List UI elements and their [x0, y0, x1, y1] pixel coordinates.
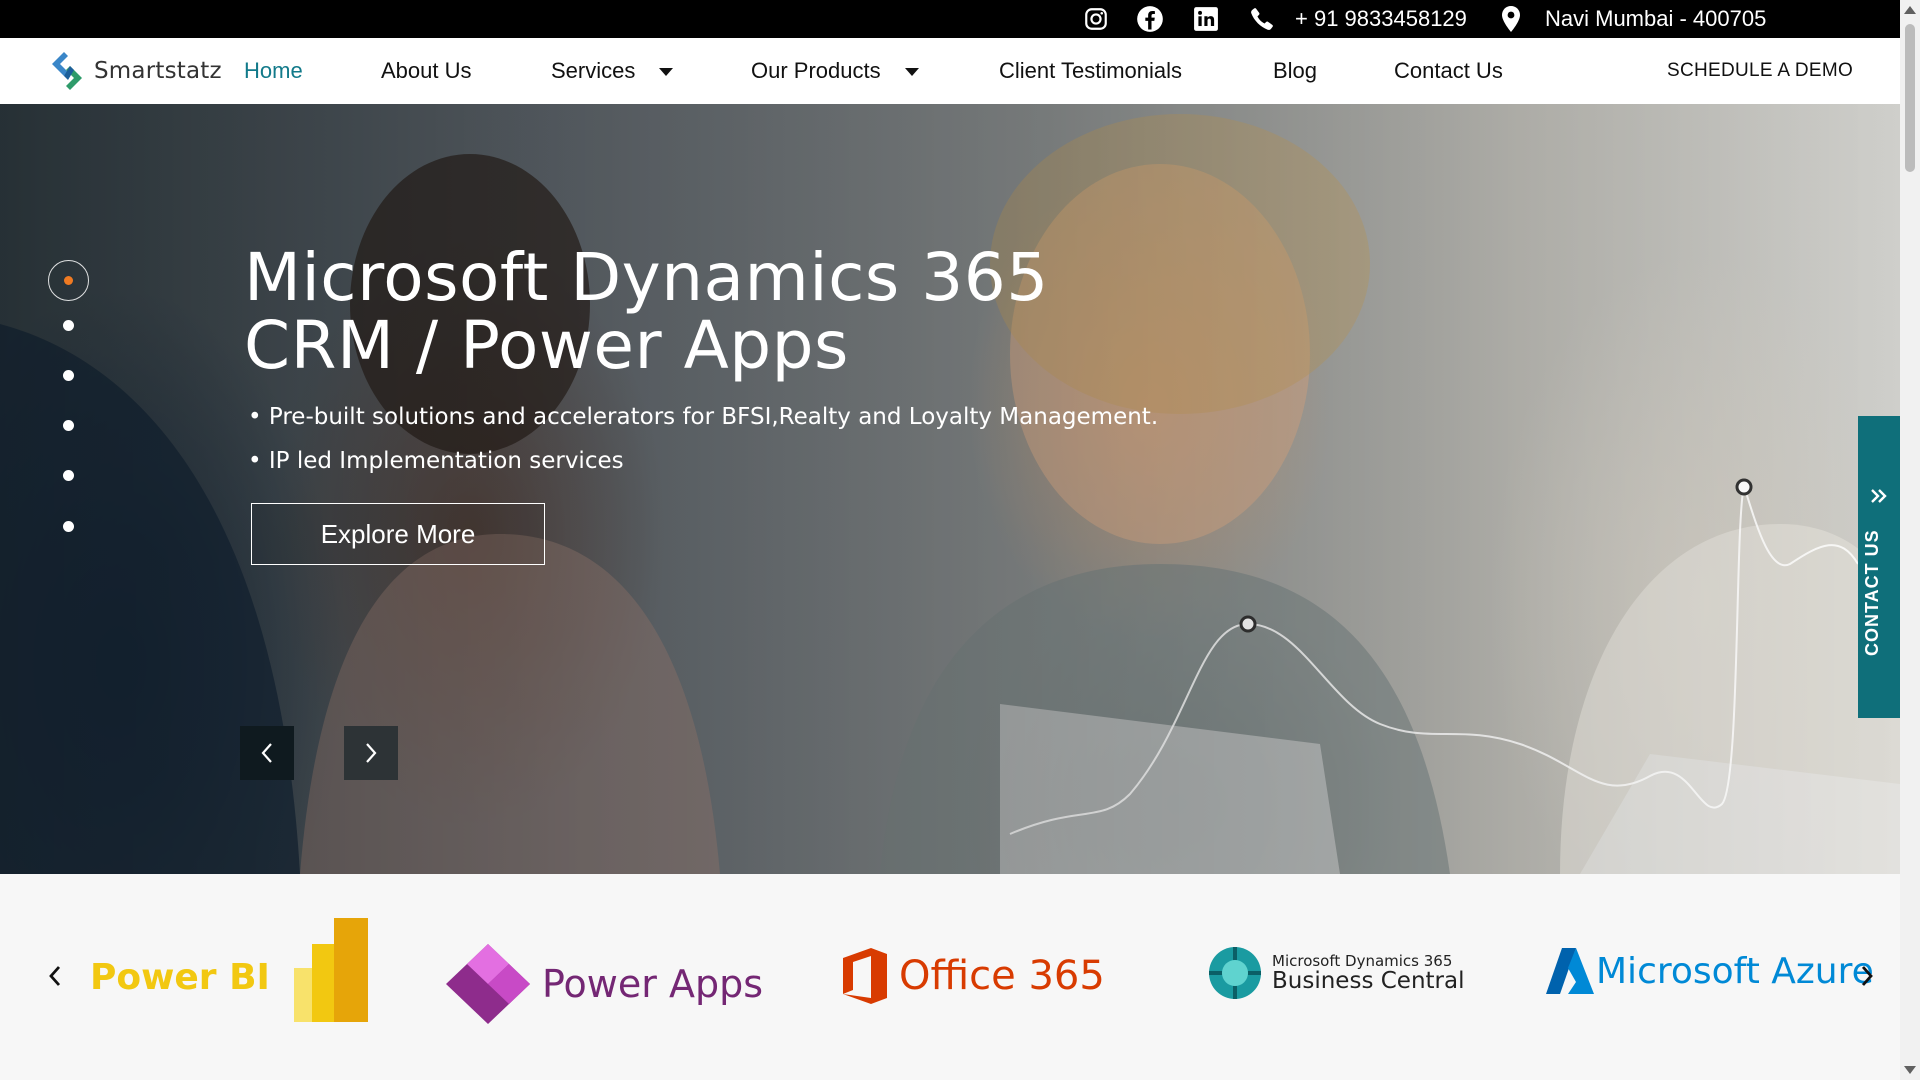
caret-down-icon [904, 68, 919, 76]
office-365-logo-icon [843, 948, 887, 1004]
nav-item-contact-us[interactable]: Contact Us [1394, 58, 1503, 84]
partner-microsoft-azure[interactable]: Microsoft Azure [1546, 948, 1874, 994]
instagram-icon[interactable] [1082, 5, 1110, 33]
business-central-label: Microsoft Dynamics 365 Business Central [1272, 952, 1464, 994]
hero-bullet-1: • Pre-built solutions and accelerators f… [248, 404, 1159, 430]
site-logo[interactable]: Smartstatz [46, 50, 222, 92]
partner-office-365[interactable]: Office 365 [843, 948, 1105, 1004]
nav-item-about-us[interactable]: About Us [381, 58, 472, 84]
nav-item-services[interactable]: Services [551, 58, 674, 84]
slide-dot-6[interactable] [63, 521, 74, 532]
nav-item-client-testimonials[interactable]: Client Testimonials [999, 58, 1182, 84]
azure-logo-icon [1546, 948, 1594, 994]
active-dot-icon [64, 276, 73, 285]
nav-item-blog[interactable]: Blog [1273, 58, 1317, 84]
nav-label: Home [244, 58, 303, 83]
slider-prev-button[interactable] [240, 726, 294, 780]
nav-item-our-products[interactable]: Our Products [751, 58, 919, 84]
business-central-logo-icon [1209, 947, 1261, 999]
contact-us-tab-label: CONTACT US [1862, 529, 1882, 656]
partner-logos-carousel: Power BI Power Apps Office 365 Microsoft… [0, 874, 1900, 1080]
brand-name: Smartstatz [94, 58, 222, 84]
hero-title: Microsoft Dynamics 365 CRM / Power Apps [244, 244, 1144, 380]
chevron-right-icon [1861, 966, 1873, 986]
location-pin-icon [1497, 5, 1525, 33]
hero-slider: Microsoft Dynamics 365 CRM / Power Apps … [0, 104, 1900, 874]
contact-us-side-tab[interactable]: CONTACT US [1858, 416, 1900, 718]
microsoft-azure-label: Microsoft Azure [1596, 950, 1874, 992]
slider-next-button[interactable] [344, 726, 398, 780]
scroll-down-icon[interactable] [1904, 1066, 1916, 1074]
power-bi-label: Power BI [90, 956, 270, 998]
caret-down-icon [659, 68, 674, 76]
top-bar: + 91 9833458129 Navi Mumbai - 400705 [0, 0, 1900, 38]
chevron-left-icon [49, 966, 61, 986]
nav-label: Client Testimonials [999, 58, 1183, 83]
nav-label: Contact Us [1394, 58, 1503, 83]
nav-item-home[interactable]: Home [244, 58, 303, 84]
office-365-label: Office 365 [899, 953, 1105, 999]
partner-power-bi[interactable]: Power BI [90, 918, 374, 1022]
schedule-demo-button[interactable]: SCHEDULE A DEMO [1667, 60, 1853, 82]
carousel-prev-button[interactable] [40, 956, 70, 996]
nav-label: About Us [381, 58, 472, 83]
power-apps-label: Power Apps [542, 962, 764, 1006]
main-navigation: Smartstatz Home About Us Services Our Pr… [0, 38, 1900, 104]
hero-title-line-1: Microsoft Dynamics 365 [244, 239, 1049, 316]
linkedin-icon[interactable] [1192, 5, 1220, 33]
facebook-icon[interactable] [1136, 5, 1164, 33]
nav-label: Blog [1273, 58, 1318, 83]
phone-number[interactable]: + 91 9833458129 [1295, 5, 1467, 33]
slide-dot-4[interactable] [63, 420, 74, 431]
scroll-up-icon[interactable] [1904, 6, 1916, 14]
nav-label: Services [551, 58, 636, 83]
slide-dot-1-active[interactable] [48, 260, 89, 301]
carousel-next-button[interactable] [1852, 956, 1882, 996]
hero-bullet-2: • IP led Implementation services [248, 448, 624, 474]
phone-icon [1248, 5, 1276, 33]
slide-dot-2[interactable] [63, 320, 74, 331]
explore-more-button[interactable]: Explore More [251, 503, 545, 565]
page-scrollbar[interactable] [1900, 0, 1920, 1080]
power-apps-logo-icon [446, 944, 530, 1024]
smartstatz-logo-icon [52, 52, 82, 90]
scrollbar-thumb[interactable] [1905, 24, 1915, 172]
partner-dynamics-365-business-central[interactable]: Microsoft Dynamics 365 Business Central [1206, 944, 1464, 1002]
double-chevron-right-icon [1871, 489, 1887, 503]
chevron-right-icon [366, 743, 377, 763]
nav-label: Our Products [751, 58, 881, 83]
slide-dot-5[interactable] [63, 470, 74, 481]
business-central-label-bottom: Business Central [1272, 968, 1465, 994]
chevron-left-icon [261, 743, 272, 763]
hero-title-line-2: CRM / Power Apps [244, 307, 849, 384]
slide-dot-3[interactable] [63, 370, 74, 381]
power-bi-logo-icon [293, 918, 368, 1022]
location-text: Navi Mumbai - 400705 [1545, 6, 1767, 31]
partner-power-apps[interactable]: Power Apps [446, 944, 763, 1024]
